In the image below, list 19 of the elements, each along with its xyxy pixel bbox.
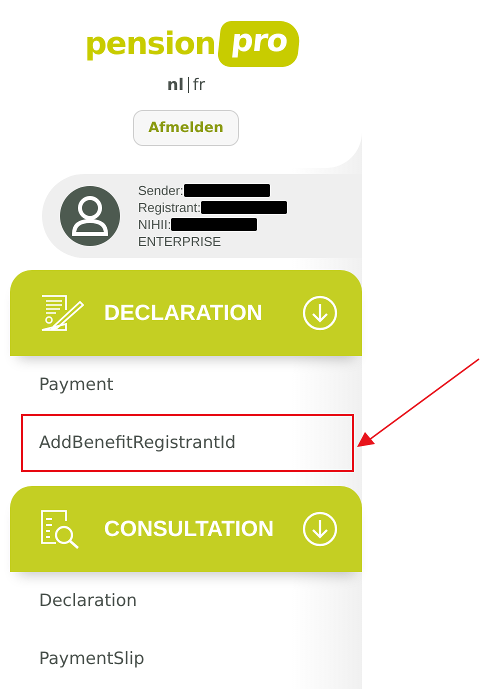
profile-label: Sender:: [138, 182, 184, 199]
avatar-icon: [60, 186, 120, 246]
profile-label: ENTERPRISE: [138, 233, 222, 250]
menu-item[interactable]: Payment: [10, 356, 362, 414]
menu-item[interactable]: Declaration: [10, 572, 362, 630]
menu-item[interactable]: AddBenefitRegistrantId: [10, 414, 362, 472]
language-link[interactable]: nl: [166, 75, 184, 94]
menu-item[interactable]: PaymentSlip: [10, 630, 362, 688]
expand-icon: [302, 511, 338, 547]
logo-text: pension: [84, 26, 216, 62]
section-title: DECLARATION: [104, 300, 264, 326]
expand-icon: [302, 295, 338, 331]
divider: [188, 76, 189, 92]
language-link[interactable]: fr: [192, 75, 206, 94]
profile-label: Registrant:: [138, 199, 201, 216]
logo-badge: pro: [217, 21, 302, 67]
profile-label: NIHII:: [138, 216, 172, 233]
document-pen-icon: [40, 293, 84, 333]
section-title: CONSULTATION: [104, 516, 275, 542]
